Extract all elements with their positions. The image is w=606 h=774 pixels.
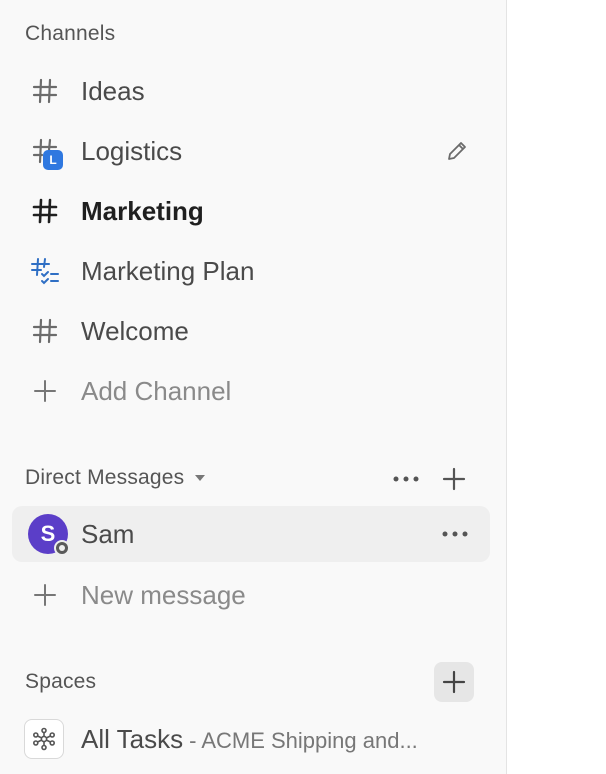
new-message-label: New message [81, 579, 246, 610]
presence-status-icon [54, 540, 70, 556]
channel-label: Logistics [81, 135, 183, 166]
hash-list-icon: L [30, 136, 63, 170]
channel-item-welcome[interactable]: Welcome [12, 303, 490, 359]
channel-label: Marketing Plan [81, 255, 255, 286]
more-options-icon[interactable] [386, 459, 426, 499]
direct-messages-section-title[interactable]: Direct Messages [25, 466, 206, 490]
channel-label: Ideas [81, 75, 145, 106]
more-options-icon[interactable] [440, 519, 470, 549]
hash-icon [30, 316, 60, 346]
channel-item-ideas[interactable]: Ideas [12, 63, 490, 119]
channel-label: Marketing [81, 195, 204, 226]
add-channel-label: Add Channel [81, 375, 232, 406]
hash-icon [30, 196, 60, 226]
space-label-group: All Tasks - ACME Shipping and... [81, 724, 418, 755]
list-badge: L [43, 150, 63, 170]
space-suffix: - ACME Shipping and... [189, 727, 418, 753]
direct-messages-title: Direct Messages [25, 466, 185, 489]
hierarchy-icon [24, 719, 64, 759]
new-message-button[interactable]: New message [12, 567, 490, 623]
space-item-all-tasks[interactable]: All Tasks - ACME Shipping and... [12, 711, 490, 767]
spaces-actions [434, 662, 474, 702]
channels-section-title: Channels [25, 22, 116, 45]
hash-checklist-icon [30, 256, 60, 286]
channel-item-marketing[interactable]: Marketing [12, 183, 490, 239]
channel-label: Welcome [81, 315, 189, 346]
main-content-area [508, 0, 606, 774]
dm-item-sam[interactable]: S Sam [12, 506, 490, 562]
plus-icon [30, 580, 60, 610]
plus-icon [30, 376, 60, 406]
hash-icon [30, 76, 60, 106]
add-space-plus-icon[interactable] [434, 662, 474, 702]
channel-item-logistics[interactable]: L Logistics [12, 123, 490, 179]
sidebar: Channels Ideas L Logistics Marketing Mar… [0, 0, 507, 774]
caret-down-icon [194, 473, 206, 483]
spaces-section-title: Spaces [25, 670, 97, 693]
channel-item-marketing-plan[interactable]: Marketing Plan [12, 243, 490, 299]
direct-messages-actions [386, 459, 474, 499]
space-label: All Tasks [81, 723, 184, 754]
dm-label: Sam [81, 518, 135, 549]
edit-pencil-icon[interactable] [442, 136, 472, 166]
add-channel-button[interactable]: Add Channel [12, 363, 490, 419]
add-dm-plus-icon[interactable] [434, 459, 474, 499]
